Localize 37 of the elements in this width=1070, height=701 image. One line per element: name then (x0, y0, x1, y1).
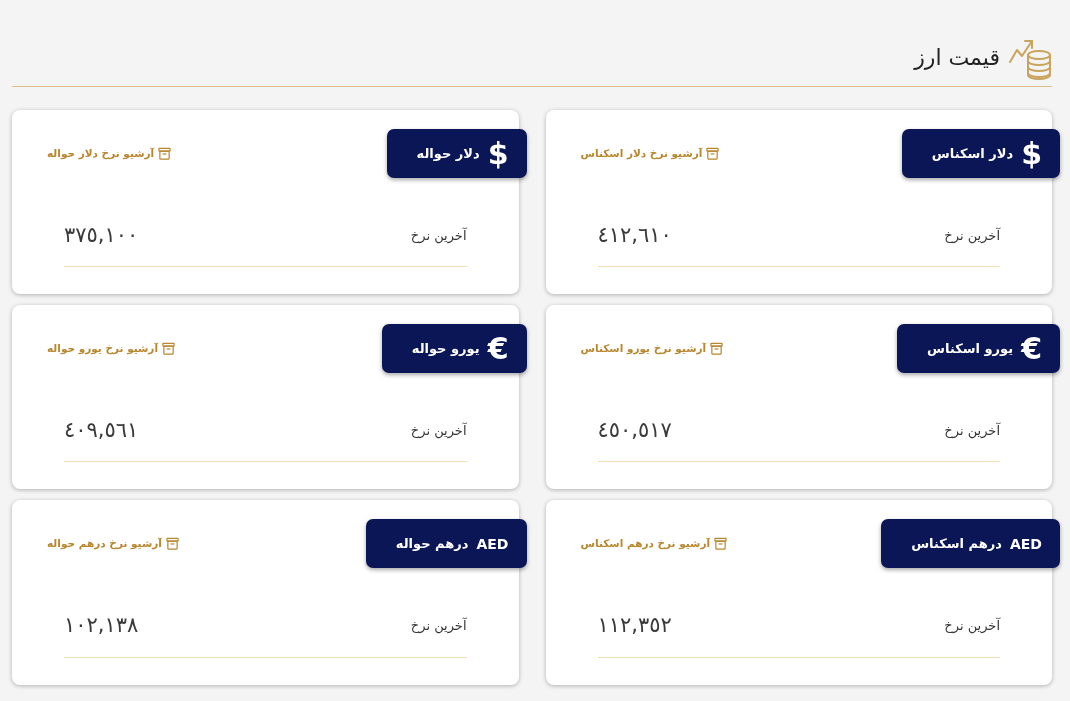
archive-icon (714, 537, 728, 551)
archive-icon (165, 537, 179, 551)
currency-title: درهم اسکناس (911, 535, 1002, 554)
page-title: قیمت ارز (914, 43, 1000, 72)
rate-label: آخرین نرخ (944, 616, 1000, 636)
rate-value: ١١٢,٣٥٢ (597, 613, 672, 639)
archive-link[interactable]: آرشیو نرخ دلار حواله (47, 145, 172, 162)
currency-code: AED (476, 536, 509, 551)
currency-title: دلار اسکناس (931, 144, 1014, 163)
archive-link[interactable]: آرشیو نرخ یورو حواله (47, 340, 175, 357)
rate-value: ٤٥٠,٥١٧ (597, 418, 672, 444)
rate-label: آخرین نرخ (410, 421, 467, 441)
archive-link[interactable]: آرشیو نرخ دلار اسکناس (580, 145, 720, 162)
currency-symbol: € (487, 333, 509, 364)
currency-title: دلار حواله (416, 144, 480, 163)
archive-link[interactable]: آرشیو نرخ یورو اسکناس (580, 340, 724, 357)
currency-title: یورو حواله (411, 339, 480, 358)
rate-value: ٤٠٩,٥٦١ (64, 418, 139, 444)
archive-icon (158, 147, 172, 160)
archive-icon (162, 342, 175, 356)
currency-symbol: € (1021, 333, 1042, 364)
rate-value: ٤١٢,٦١٠ (597, 223, 672, 249)
rate-label: آخرین نرخ (410, 616, 467, 636)
rate-label: آخرین نرخ (410, 226, 467, 246)
archive-icon (710, 342, 724, 356)
currency-code: AED (1009, 536, 1042, 551)
currency-symbol: $ (1021, 138, 1042, 169)
rate-label: آخرین نرخ (944, 226, 1000, 246)
rate-label: آخرین نرخ (944, 421, 1000, 441)
archive-icon (706, 147, 720, 160)
currency-symbol: $ (487, 138, 509, 169)
rate-value: ٣٧٥,١٠٠ (64, 223, 139, 249)
currency-title: درهم حواله (395, 535, 469, 554)
currency-title: یورو اسکناس (927, 339, 1014, 358)
rate-value: ١٠٢,١٣٨ (64, 613, 139, 639)
archive-link[interactable]: آرشیو نرخ درهم حواله (47, 536, 179, 552)
archive-link[interactable]: آرشیو نرخ درهم اسکناس (580, 536, 728, 552)
